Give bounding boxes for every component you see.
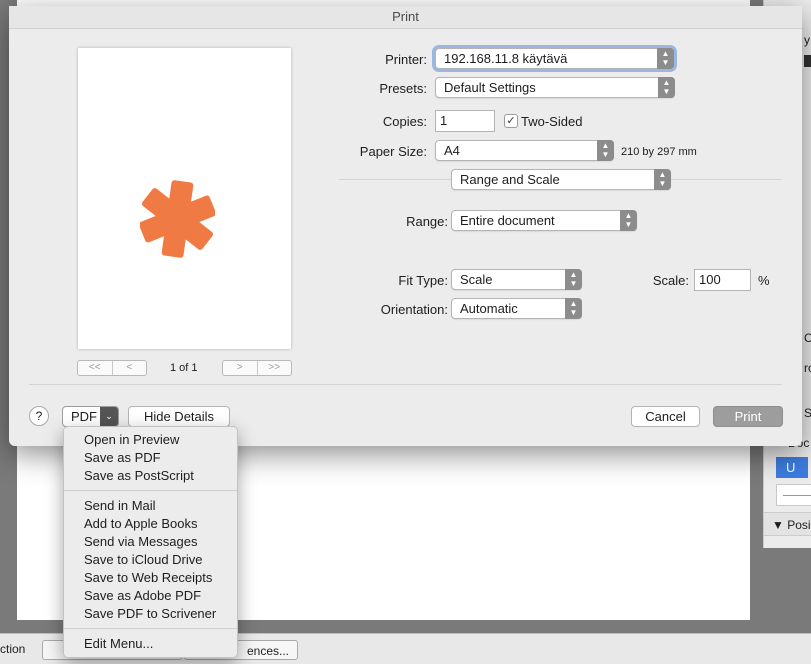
previous-page-button[interactable]: < [111,361,147,375]
bg-fragment: St [804,406,811,420]
scale-label: Scale: [652,273,689,288]
bg-fragment: y [804,33,810,47]
range-label: Range: [406,214,448,229]
fit-type-value: Scale [460,272,493,287]
menu-item-save-to-icloud-drive[interactable]: Save to iCloud Drive [84,552,203,567]
menu-separator [64,628,237,629]
scale-unit: % [758,273,770,288]
copies-field[interactable]: 1 [435,110,495,132]
range-value: Entire document [460,213,555,228]
menu-item-save-as-adobe-pdf[interactable]: Save as Adobe PDF [84,588,201,603]
bg-fragment: C [804,331,811,345]
paper-dimensions: 210 by 297 mm [621,146,697,158]
cancel-button[interactable]: Cancel [631,406,700,427]
dialog-title: Print [9,6,802,29]
updown-arrows-icon: ▲ ▼ [657,48,674,69]
orientation-label: Orientation: [380,302,448,317]
menu-separator [64,490,237,491]
section-select[interactable]: Range and Scale ▲ ▼ [451,169,671,190]
pdf-button[interactable]: PDF ⌄ [62,406,119,427]
updown-arrows-icon: ▲ ▼ [620,210,637,231]
asterisk-graphic [140,180,215,258]
separator [29,384,782,385]
help-button[interactable]: ? [29,406,49,426]
pdf-menu: Open in Preview Save as PDF Save as Post… [63,426,238,658]
menu-item-save-to-web-receipts[interactable]: Save to Web Receipts [84,570,212,585]
paper-size-label: Paper Size: [359,144,427,159]
fit-type-select[interactable]: Scale ▲ ▼ [451,269,582,290]
presets-select[interactable]: Default Settings ▲ ▼ [435,77,675,98]
print-button[interactable]: Print [713,406,783,427]
menu-item-open-in-preview[interactable]: Open in Preview [84,432,179,447]
two-sided-label: Two-Sided [521,114,583,129]
printer-select[interactable]: 192.168.11.8 käytävä ▲ ▼ [435,48,674,69]
first-page-button[interactable]: << [78,361,112,375]
next-page-button[interactable]: > [223,361,257,375]
section-value: Range and Scale [460,172,560,187]
print-dialog: Print << < 1 of 1 > >> Printer: 192.168.… [9,6,802,446]
chevron-down-icon[interactable]: ⌄ [100,407,118,426]
range-select[interactable]: Entire document ▲ ▼ [451,210,637,231]
bg-underline-button: U [776,457,808,478]
orientation-select[interactable]: Automatic ▲ ▼ [451,298,582,319]
page-count: 1 of 1 [170,362,198,374]
fit-type-label: Fit Type: [398,273,448,288]
last-page-button[interactable]: >> [256,361,292,375]
updown-arrows-icon: ▲ ▼ [565,269,582,290]
bg-bottom-text: ction [0,642,26,656]
menu-item-save-as-pdf[interactable]: Save as PDF [84,450,161,465]
menu-item-send-in-mail[interactable]: Send in Mail [84,498,156,513]
menu-item-save-pdf-to-scrivener[interactable]: Save PDF to Scrivener [84,606,216,621]
updown-arrows-icon: ▲ ▼ [597,140,614,161]
menu-item-send-via-messages[interactable]: Send via Messages [84,534,197,549]
orientation-value: Automatic [460,301,518,316]
menu-item-add-to-apple-books[interactable]: Add to Apple Books [84,516,197,531]
bg-preferences-label: ences... [246,644,289,658]
copies-label: Copies: [382,114,427,129]
updown-arrows-icon: ▲ ▼ [565,298,582,319]
updown-arrows-icon: ▲ ▼ [654,169,671,190]
paper-size-value: A4 [444,143,460,158]
bg-dark-bar [804,55,811,67]
pdf-button-label: PDF [71,409,97,424]
printer-label: Printer: [385,52,427,67]
updown-arrows-icon: ▲ ▼ [658,77,675,98]
presets-label: Presets: [379,81,427,96]
menu-item-save-as-postscript[interactable]: Save as PostScript [84,468,194,483]
two-sided-checkbox[interactable]: ✓ [504,114,518,128]
presets-value: Default Settings [444,80,536,95]
bg-fragment: ro [804,361,811,375]
page-preview [78,48,291,349]
paper-size-select[interactable]: A4 ▲ ▼ [435,140,614,161]
bg-fragment: Posi [787,518,811,532]
pager-forward: > >> [222,360,292,376]
scale-field[interactable]: 100 [694,269,751,291]
bg-line-style [776,484,811,506]
pager-back: << < [77,360,147,376]
hide-details-button[interactable]: Hide Details [128,406,230,427]
bg-section-header: ▼ Posi [764,512,811,536]
printer-value: 192.168.11.8 käytävä [444,51,568,66]
menu-item-edit-menu[interactable]: Edit Menu... [84,636,153,651]
